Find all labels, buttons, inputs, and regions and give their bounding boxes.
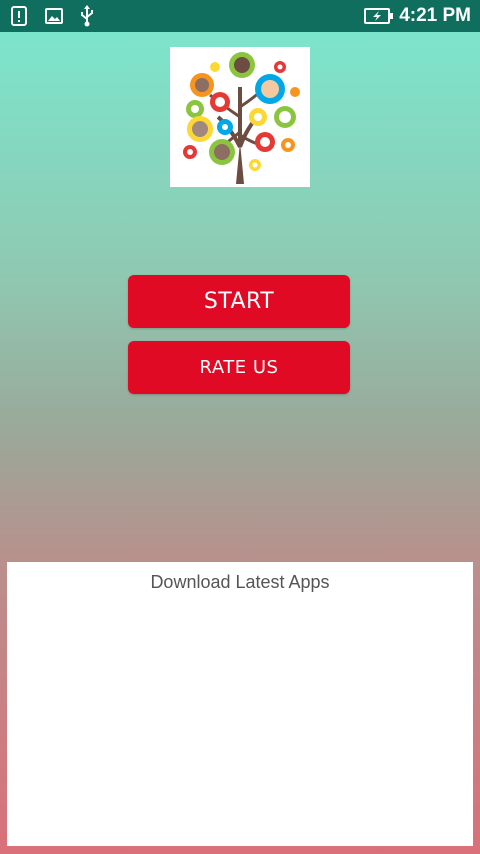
battery-charging-icon xyxy=(364,6,394,26)
alert-icon xyxy=(10,6,28,26)
family-tree-logo-icon xyxy=(183,52,300,184)
ad-panel-title: Download Latest Apps xyxy=(150,572,330,592)
rate-us-button[interactable]: RATE US xyxy=(128,341,350,394)
status-bar: 4:21 PM xyxy=(0,0,480,32)
ad-panel[interactable]: Download Latest Apps xyxy=(7,562,473,846)
clock: 4:21 PM xyxy=(399,5,471,26)
usb-icon xyxy=(78,5,96,27)
app-logo xyxy=(170,47,310,187)
image-icon xyxy=(45,6,63,26)
start-button[interactable]: START xyxy=(128,275,350,328)
